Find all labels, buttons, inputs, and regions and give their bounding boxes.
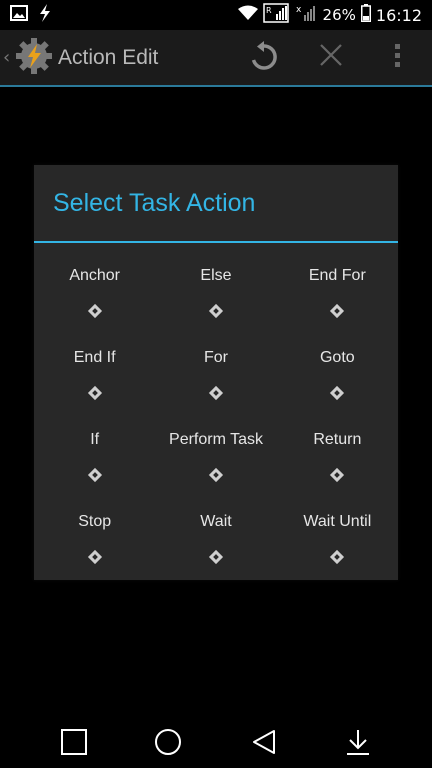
- tasker-logo-icon[interactable]: [14, 36, 54, 80]
- action-wait-until[interactable]: Wait Until: [277, 497, 398, 579]
- action-icon: [87, 303, 102, 319]
- undo-icon[interactable]: [248, 41, 280, 77]
- action-label: Anchor: [69, 267, 121, 284]
- action-icon: [330, 385, 345, 401]
- page-title: Action Edit: [58, 46, 159, 69]
- svg-text:x: x: [296, 5, 302, 15]
- action-label: Wait: [200, 513, 232, 530]
- action-icon: [208, 549, 224, 565]
- action-for[interactable]: For: [155, 333, 276, 415]
- action-end-for[interactable]: End For: [277, 251, 398, 333]
- action-icon: [208, 303, 224, 319]
- action-icon: [208, 385, 224, 401]
- action-icon: [330, 549, 345, 565]
- action-label: If: [90, 431, 100, 448]
- action-icon: [330, 467, 345, 483]
- flash-icon: [38, 4, 52, 26]
- status-bar: R x 26% 16:12: [0, 0, 432, 30]
- action-if[interactable]: If: [34, 415, 155, 497]
- back-chevron-icon[interactable]: ‹: [3, 47, 10, 68]
- recents-square-icon[interactable]: [60, 728, 88, 760]
- action-label: Wait Until: [303, 513, 372, 530]
- action-bar: ‹ Action Edit: [0, 30, 432, 87]
- battery-icon: [360, 4, 371, 26]
- action-icon: [87, 549, 102, 565]
- action-label: Else: [200, 267, 232, 284]
- signal-x-icon: x: [294, 3, 318, 27]
- action-perform-task[interactable]: Perform Task: [155, 415, 276, 497]
- action-end-if[interactable]: End If: [34, 333, 155, 415]
- close-icon[interactable]: [318, 42, 344, 72]
- action-stop[interactable]: Stop: [34, 497, 155, 579]
- action-label: Perform Task: [169, 431, 263, 448]
- action-icon: [208, 467, 224, 483]
- dialog-divider: [34, 241, 398, 243]
- action-return[interactable]: Return: [277, 415, 398, 497]
- home-circle-icon[interactable]: [154, 728, 182, 760]
- back-triangle-icon[interactable]: [250, 728, 278, 760]
- action-goto[interactable]: Goto: [277, 333, 398, 415]
- action-grid: Anchor Else End For End If For Goto If P…: [34, 251, 398, 579]
- action-label: Return: [313, 431, 362, 448]
- clock: 16:12: [375, 5, 422, 25]
- wifi-icon: [237, 5, 258, 25]
- action-icon: [87, 385, 102, 401]
- action-label: For: [203, 349, 228, 366]
- action-label: End If: [73, 349, 116, 366]
- battery-percent: 26%: [322, 6, 356, 24]
- action-icon: [87, 467, 102, 483]
- action-label: Goto: [319, 349, 355, 366]
- action-label: End For: [308, 267, 366, 284]
- action-icon: [330, 303, 345, 319]
- download-arrow-icon[interactable]: [344, 728, 372, 760]
- action-anchor[interactable]: Anchor: [34, 251, 155, 333]
- select-task-action-dialog: Select Task Action Anchor Else End For E…: [34, 165, 398, 580]
- image-icon: [10, 5, 28, 25]
- dialog-title: Select Task Action: [53, 189, 256, 217]
- action-else[interactable]: Else: [155, 251, 276, 333]
- overflow-menu-icon[interactable]: [393, 42, 403, 74]
- navigation-bar: [0, 718, 432, 768]
- action-wait[interactable]: Wait: [155, 497, 276, 579]
- signal-r-icon: R: [262, 3, 289, 27]
- action-label: Stop: [78, 513, 112, 530]
- svg-text:R: R: [266, 6, 272, 15]
